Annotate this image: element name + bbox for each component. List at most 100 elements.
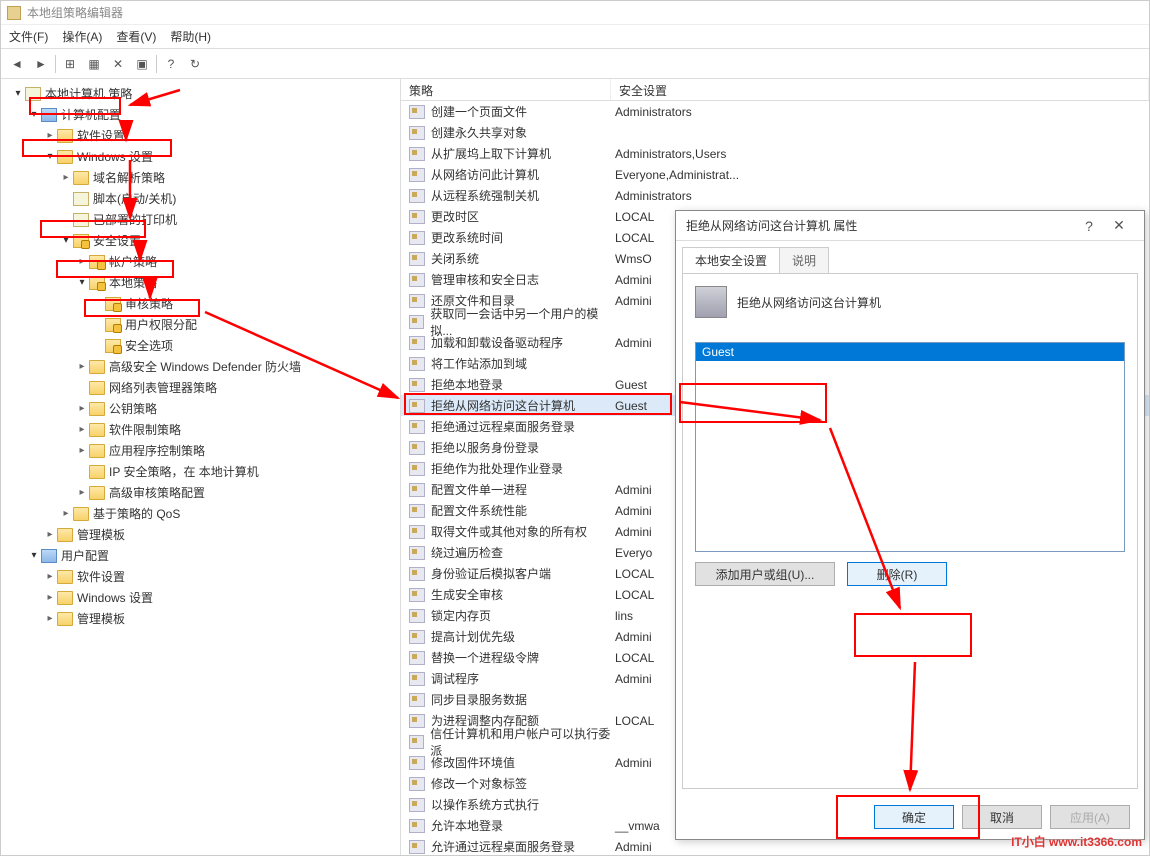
menu-view[interactable]: 查看(V) — [116, 28, 156, 45]
policy-icon — [409, 672, 425, 686]
tree-item[interactable]: 用户配置 — [3, 545, 398, 566]
tab-local-security[interactable]: 本地安全设置 — [682, 247, 780, 273]
separator — [55, 55, 56, 73]
policy-icon — [409, 315, 424, 329]
col-policy[interactable]: 策略 — [401, 79, 611, 100]
tree-item[interactable]: IP 安全策略，在 本地计算机 — [3, 461, 398, 482]
tree-item[interactable]: 安全设置 — [3, 230, 398, 251]
properties-dialog: 拒绝从网络访问这台计算机 属性 ? ✕ 本地安全设置 说明 拒绝从网络访问这台计… — [675, 210, 1145, 840]
expand-icon[interactable] — [43, 130, 57, 141]
expand-icon[interactable] — [75, 277, 89, 288]
policy-name: 锁定内存页 — [431, 607, 491, 624]
export-icon[interactable]: ✕ — [108, 54, 128, 74]
tree-panel[interactable]: 本地计算机 策略计算机配置软件设置Windows 设置域名解析策略脚本(启动/关… — [1, 79, 401, 855]
menu-action[interactable]: 操作(A) — [62, 28, 102, 45]
col-setting[interactable]: 安全设置 — [611, 79, 1149, 100]
expand-icon[interactable] — [75, 403, 89, 414]
listbox-item-guest[interactable]: Guest — [696, 343, 1124, 361]
tree-item[interactable]: 软件限制策略 — [3, 419, 398, 440]
tree-item[interactable]: 已部署的打印机 — [3, 209, 398, 230]
menu-help[interactable]: 帮助(H) — [170, 28, 211, 45]
cancel-button[interactable]: 取消 — [962, 805, 1042, 829]
tab-explain[interactable]: 说明 — [779, 247, 829, 273]
tree-item[interactable]: 脚本(启动/关机) — [3, 188, 398, 209]
expand-icon[interactable] — [75, 424, 89, 435]
tree-item[interactable]: 本地策略 — [3, 272, 398, 293]
add-user-button[interactable]: 添加用户或组(U)... — [695, 562, 835, 586]
tree-label: Windows 设置 — [77, 589, 153, 606]
tree-item[interactable]: Windows 设置 — [3, 587, 398, 608]
expand-icon[interactable] — [43, 613, 57, 624]
expand-icon[interactable] — [43, 592, 57, 603]
policy-icon — [409, 756, 425, 770]
policy-icon — [409, 630, 425, 644]
user-listbox[interactable]: Guest — [695, 342, 1125, 552]
refresh-icon[interactable]: ↻ — [185, 54, 205, 74]
toolbar: ◄ ► ⊞ ▦ ✕ ▣ ? ↻ — [1, 49, 1149, 79]
expand-icon[interactable] — [43, 571, 57, 582]
tree-item[interactable]: 计算机配置 — [3, 104, 398, 125]
menu-file[interactable]: 文件(F) — [9, 28, 48, 45]
policy-icon — [409, 294, 425, 308]
tree-item[interactable]: 软件设置 — [3, 566, 398, 587]
expand-icon[interactable] — [11, 88, 25, 99]
tree-item[interactable]: 网络列表管理器策略 — [3, 377, 398, 398]
expand-icon[interactable] — [75, 361, 89, 372]
policy-icon — [409, 189, 425, 203]
expand-icon[interactable] — [75, 256, 89, 267]
up-icon[interactable]: ⊞ — [60, 54, 80, 74]
menubar: 文件(F) 操作(A) 查看(V) 帮助(H) — [1, 25, 1149, 49]
tree-item[interactable]: 域名解析策略 — [3, 167, 398, 188]
back-icon[interactable]: ◄ — [7, 54, 27, 74]
tree-item[interactable]: Windows 设置 — [3, 146, 398, 167]
apply-button[interactable]: 应用(A) — [1050, 805, 1130, 829]
tree-icon — [73, 171, 89, 185]
list-row[interactable]: 从扩展坞上取下计算机Administrators,Users — [401, 143, 1149, 164]
tree-item[interactable]: 软件设置 — [3, 125, 398, 146]
list-row[interactable]: 创建一个页面文件Administrators — [401, 101, 1149, 122]
tree-item[interactable]: 应用程序控制策略 — [3, 440, 398, 461]
expand-icon[interactable] — [59, 172, 73, 183]
policy-name: 创建永久共享对象 — [431, 124, 527, 141]
expand-icon[interactable] — [27, 550, 41, 561]
list-row[interactable]: 从远程系统强制关机Administrators — [401, 185, 1149, 206]
tree-label: 基于策略的 QoS — [93, 505, 180, 522]
expand-icon[interactable] — [43, 529, 57, 540]
policy-icon — [409, 735, 424, 749]
list-row[interactable]: 从网络访问此计算机Everyone,Administrat... — [401, 164, 1149, 185]
policy-icon — [409, 147, 425, 161]
tree-item[interactable]: 本地计算机 策略 — [3, 83, 398, 104]
tree-item[interactable]: 用户权限分配 — [3, 314, 398, 335]
tree-item[interactable]: 审核策略 — [3, 293, 398, 314]
tree-item[interactable]: 高级审核策略配置 — [3, 482, 398, 503]
ok-button[interactable]: 确定 — [874, 805, 954, 829]
policy-name: 拒绝本地登录 — [431, 376, 503, 393]
tree-item[interactable]: 公钥策略 — [3, 398, 398, 419]
list-row[interactable]: 创建永久共享对象 — [401, 122, 1149, 143]
show-hide-icon[interactable]: ▦ — [84, 54, 104, 74]
policy-name: 从网络访问此计算机 — [431, 166, 539, 183]
close-button[interactable]: ✕ — [1104, 217, 1134, 234]
tree-item[interactable]: 管理模板 — [3, 608, 398, 629]
expand-icon[interactable] — [59, 508, 73, 519]
expand-icon[interactable] — [59, 235, 73, 246]
expand-icon[interactable] — [75, 487, 89, 498]
expand-icon[interactable] — [43, 151, 57, 162]
remove-button[interactable]: 删除(R) — [847, 562, 947, 586]
tree-label: 应用程序控制策略 — [109, 442, 205, 459]
help-icon[interactable]: ? — [161, 54, 181, 74]
tree-item[interactable]: 高级安全 Windows Defender 防火墙 — [3, 356, 398, 377]
properties-icon[interactable]: ▣ — [132, 54, 152, 74]
expand-icon[interactable] — [27, 109, 41, 120]
expand-icon[interactable] — [75, 445, 89, 456]
tree-label: 网络列表管理器策略 — [109, 379, 217, 396]
help-button[interactable]: ? — [1074, 218, 1104, 234]
forward-icon[interactable]: ► — [31, 54, 51, 74]
policy-name: 创建一个页面文件 — [431, 103, 527, 120]
tree-label: 安全设置 — [93, 232, 141, 249]
tree-item[interactable]: 基于策略的 QoS — [3, 503, 398, 524]
tree-item[interactable]: 管理模板 — [3, 524, 398, 545]
tree-item[interactable]: 安全选项 — [3, 335, 398, 356]
tree-item[interactable]: 帐户策略 — [3, 251, 398, 272]
policy-icon — [409, 126, 425, 140]
